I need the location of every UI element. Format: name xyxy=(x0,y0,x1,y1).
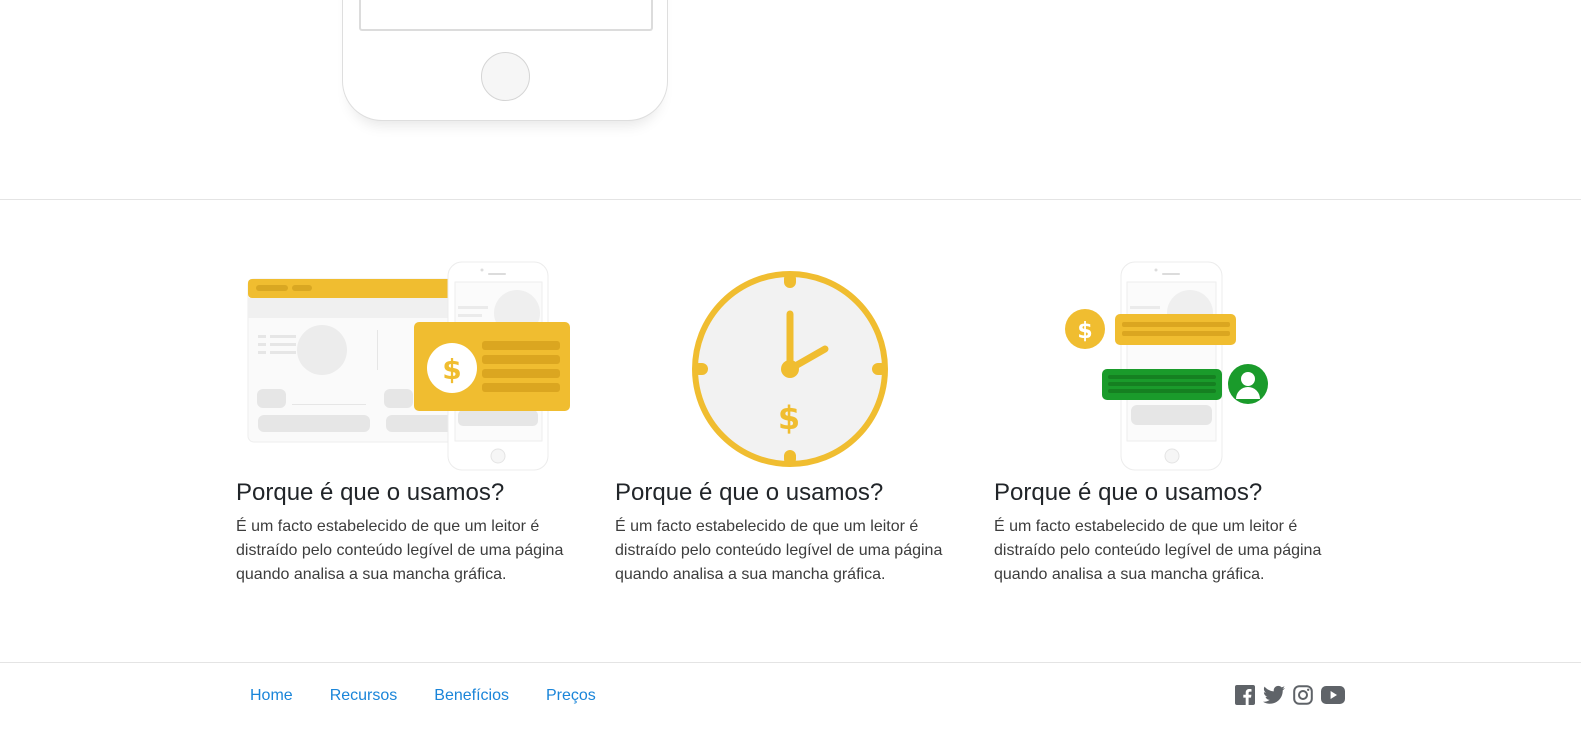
feature-card: $ Porque é que o usamos? É um facto esta… xyxy=(236,258,591,583)
facebook-icon[interactable] xyxy=(1235,685,1255,710)
clock-illustration: $ xyxy=(692,271,888,467)
instagram-icon[interactable] xyxy=(1293,685,1313,710)
footer-link-home[interactable]: Home xyxy=(250,687,293,705)
twitter-icon[interactable] xyxy=(1263,685,1285,710)
social-links xyxy=(1235,685,1353,710)
footer-link-recursos[interactable]: Recursos xyxy=(330,687,398,705)
phone-mockup xyxy=(342,0,668,121)
feature-title: Porque é que o usamos? xyxy=(994,479,1263,506)
feature-title: Porque é que o usamos? xyxy=(236,479,505,506)
phone-chat-illustration: $ xyxy=(1065,261,1268,471)
feature-description: É um facto estabelecido de que um leitor… xyxy=(236,518,564,583)
footer-link-beneficios[interactable]: Benefícios xyxy=(434,687,509,705)
footer-divider xyxy=(0,662,1581,663)
svg-text:$: $ xyxy=(778,399,800,437)
payment-card-illustration: $ xyxy=(247,261,570,471)
svg-text:$: $ xyxy=(442,353,461,386)
feature-title: Porque é que o usamos? xyxy=(615,479,884,506)
footer-nav: Home Recursos Benefícios Preços xyxy=(250,687,633,705)
svg-text:$: $ xyxy=(1077,319,1092,344)
phone-screen xyxy=(359,0,653,31)
features-section: $ Porque é que o usamos? É um facto esta… xyxy=(236,258,1356,598)
youtube-icon[interactable] xyxy=(1321,686,1345,709)
section-divider xyxy=(0,199,1581,200)
feature-description: É um facto estabelecido de que um leitor… xyxy=(994,518,1322,583)
footer-link-precos[interactable]: Preços xyxy=(546,687,596,705)
feature-card: $ Porque é que o usamos? É um facto esta… xyxy=(994,258,1349,583)
feature-card: $ Porque é que o usamos? É um facto esta… xyxy=(615,258,970,583)
feature-description: É um facto estabelecido de que um leitor… xyxy=(615,518,943,583)
phone-home-button xyxy=(481,52,530,101)
